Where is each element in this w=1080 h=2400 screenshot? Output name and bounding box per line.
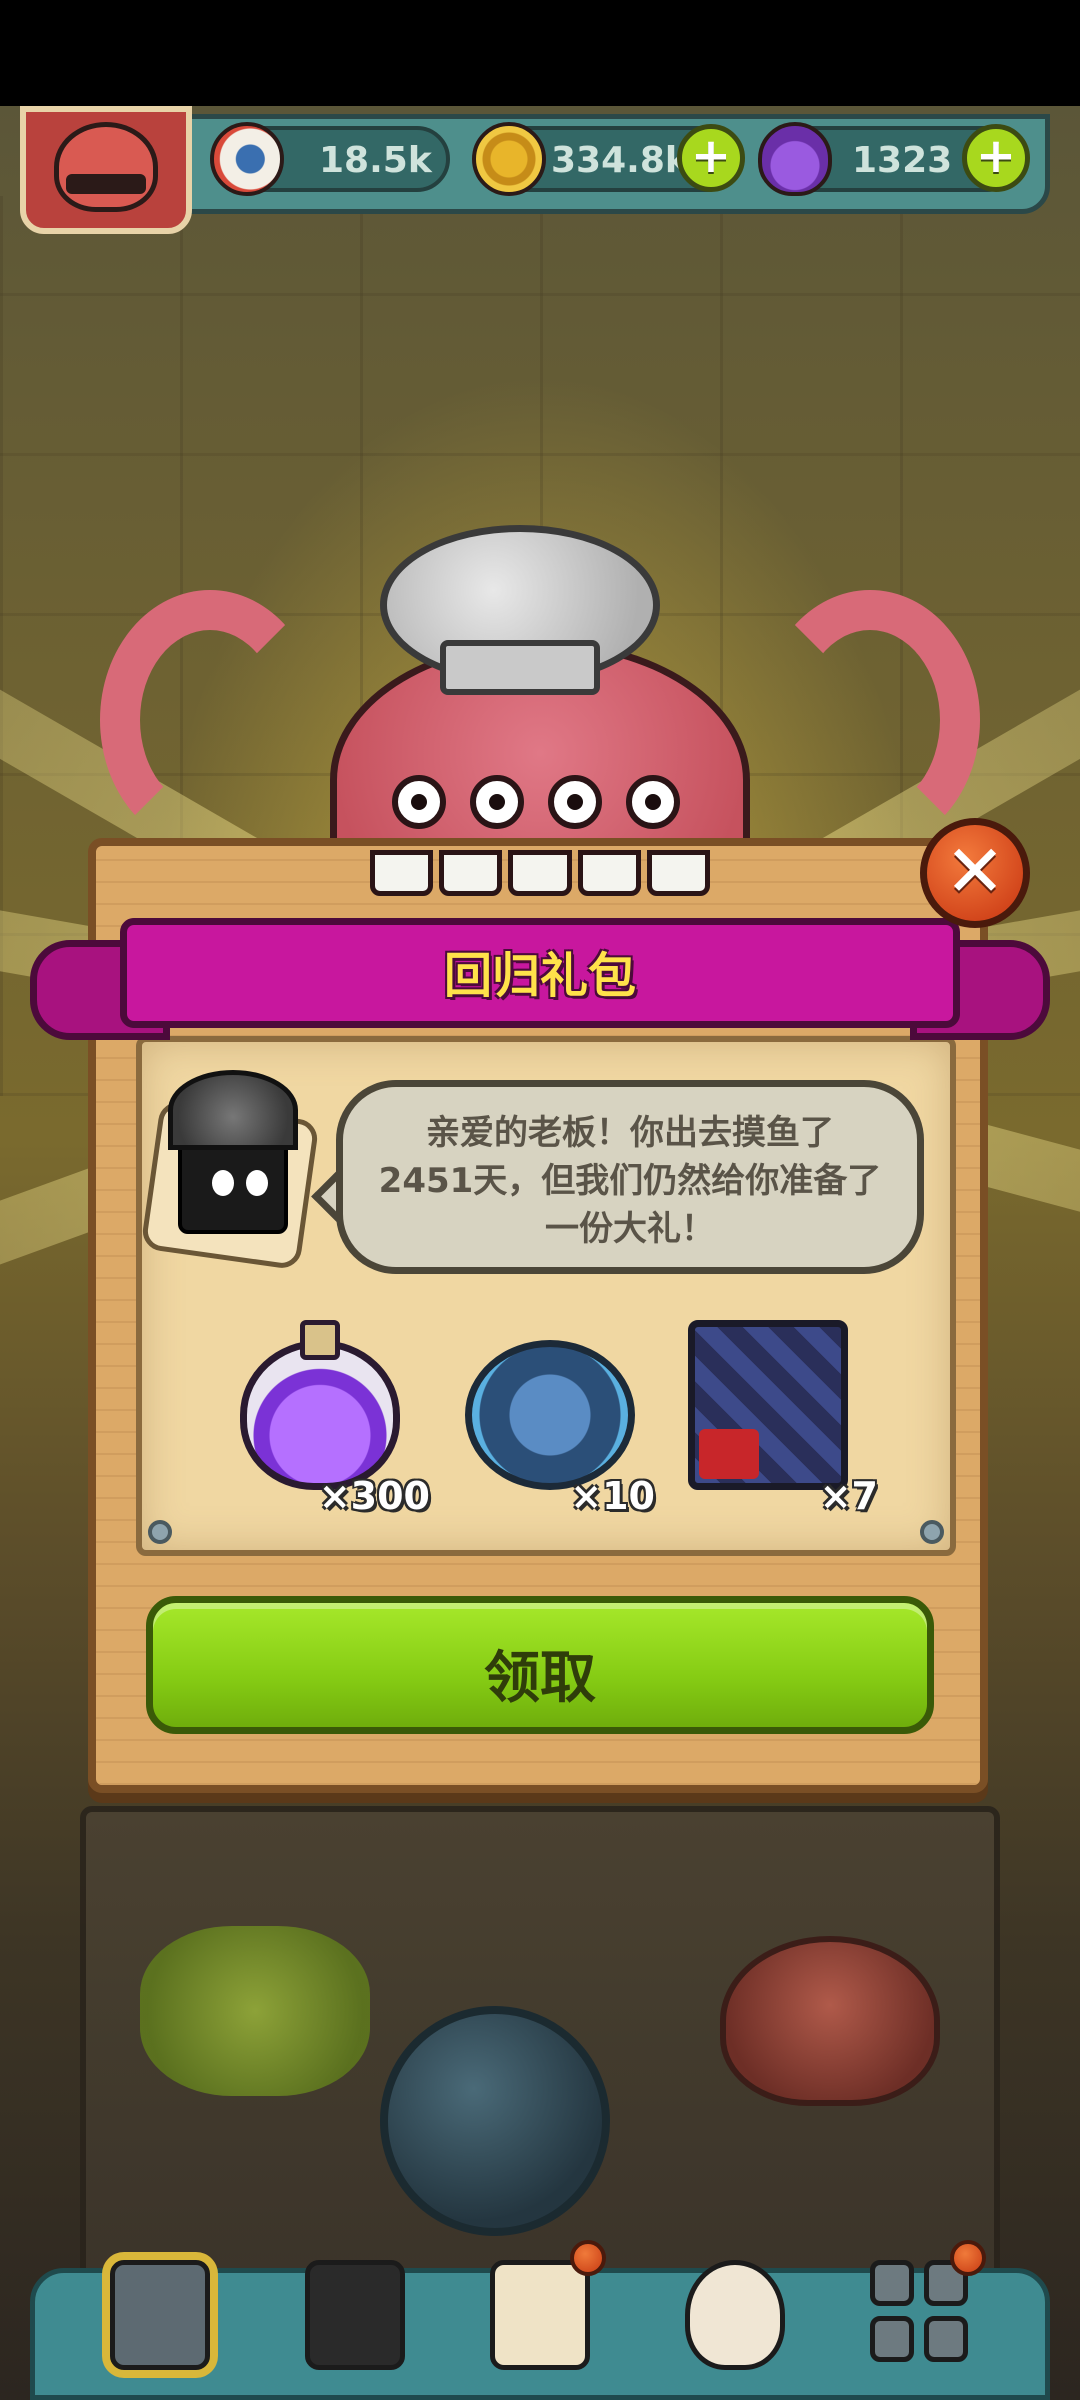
- octopus-tentacle-left: [100, 590, 320, 850]
- top-hud: 18.5k 334.8k + 1323 +: [0, 106, 1080, 236]
- nav-menu[interactable]: [850, 2240, 990, 2390]
- notification-badge: [570, 2240, 606, 2276]
- player-avatar[interactable]: [20, 106, 192, 234]
- nav-money-bag[interactable]: [665, 2240, 805, 2390]
- status-bar: [0, 0, 1080, 106]
- screw-icon: [148, 1520, 172, 1544]
- potion-cork: [300, 1320, 340, 1360]
- speaker-eye: [212, 1170, 234, 1196]
- close-button[interactable]: ✕: [920, 818, 1030, 928]
- speech-bubble: 亲爱的老板！你出去摸鱼了 2451天，但我们仍然给你准备了 一份大礼！: [336, 1080, 924, 1274]
- octopus-eye: [626, 775, 680, 829]
- ticket-pack-icon: [688, 1320, 848, 1490]
- claim-button-label: 领取: [484, 1646, 596, 1711]
- title-ribbon: 回归礼包: [30, 900, 1050, 1050]
- dialog-title: 回归礼包: [443, 948, 636, 1004]
- building-icon: [110, 2260, 210, 2370]
- potion-icon: [758, 122, 832, 196]
- message-line-1: 亲爱的老板！你出去摸鱼了: [426, 1113, 834, 1153]
- money-bag-icon: [685, 2260, 785, 2370]
- coin-icon: [472, 122, 546, 196]
- reward-item-ticket: ×7: [668, 1320, 888, 1520]
- add-coins-button[interactable]: +: [677, 124, 745, 192]
- octopus-teeth: [370, 850, 711, 896]
- screw-icon: [920, 1520, 944, 1544]
- nav-building[interactable]: [90, 2240, 230, 2390]
- add-potions-button[interactable]: +: [962, 124, 1030, 192]
- speaker-eye: [246, 1170, 268, 1196]
- octopus-tentacle-right: [760, 590, 980, 850]
- eyes-value: 18.5k: [319, 140, 432, 181]
- octopus-eye: [548, 775, 602, 829]
- nav-monsters[interactable]: [285, 2240, 425, 2390]
- grid-menu-icon: [870, 2260, 970, 2370]
- nav-book[interactable]: [470, 2240, 610, 2390]
- monster-icon: [305, 2260, 405, 2370]
- red-monster: [720, 1936, 940, 2106]
- avatar-monster-face: [54, 122, 158, 212]
- eyeball-icon: [210, 122, 284, 196]
- coins-value: 334.8k: [551, 140, 689, 181]
- reward-quantity: ×7: [819, 1474, 878, 1518]
- octopus-eye: [470, 775, 524, 829]
- notification-badge: [950, 2240, 986, 2276]
- octopus-eye: [392, 775, 446, 829]
- purple-potion-icon: [240, 1340, 400, 1490]
- chef-hat-band: [440, 640, 600, 695]
- speaker-monster-avatar: [140, 1070, 320, 1271]
- potions-value: 1323: [852, 140, 953, 181]
- reward-quantity: ×10: [570, 1474, 655, 1518]
- book-icon: [490, 2260, 590, 2370]
- gear-coin-icon: [465, 1340, 635, 1490]
- message-line-3: 一份大礼！: [545, 1209, 715, 1249]
- reward-quantity: ×300: [318, 1474, 430, 1518]
- speaker-helmet: [168, 1070, 298, 1150]
- reward-item-gear: ×10: [445, 1320, 665, 1520]
- slime-creature: [140, 1926, 370, 2096]
- cauldron-monster: [380, 2006, 610, 2236]
- reward-item-potion: ×300: [220, 1320, 440, 1520]
- message-line-2: 2451天，但我们仍然给你准备了: [378, 1161, 882, 1201]
- claim-button[interactable]: 领取: [146, 1596, 934, 1734]
- avatar-level-bar: [66, 174, 146, 194]
